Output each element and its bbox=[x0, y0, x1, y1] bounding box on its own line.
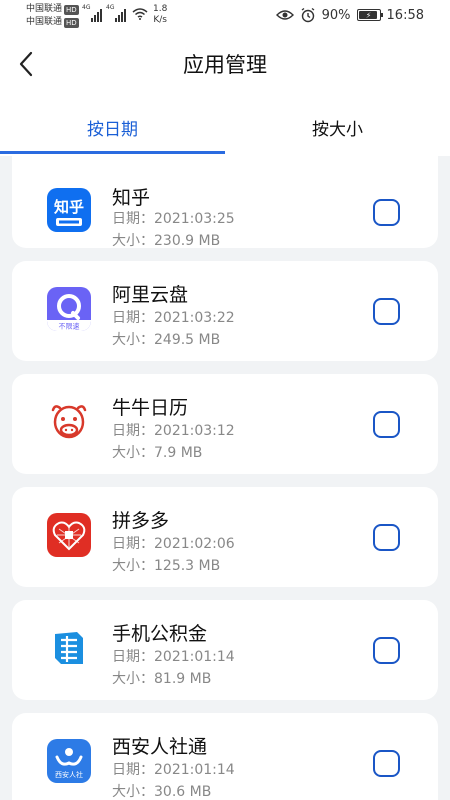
select-checkbox[interactable] bbox=[373, 199, 400, 226]
cow-icon bbox=[47, 400, 91, 444]
app-name: 手机公积金 bbox=[112, 623, 208, 645]
clock: 16:58 bbox=[386, 7, 424, 23]
app-name: 西安人社通 bbox=[112, 736, 208, 758]
aliyun-drive-icon: 不限速 bbox=[47, 287, 91, 331]
carrier-1: 中国联通 bbox=[26, 4, 63, 14]
eye-icon bbox=[275, 10, 294, 20]
app-header: 应用管理 bbox=[0, 32, 450, 98]
page-title: 应用管理 bbox=[183, 53, 267, 77]
list-item[interactable]: 不限速 阿里云盘 日期：2021:03:22 大小：249.5 MB bbox=[12, 261, 438, 361]
svg-text:不限速: 不限速 bbox=[59, 322, 80, 331]
app-name: 拼多多 bbox=[112, 510, 170, 532]
app-date: 日期：2021:01:14 bbox=[112, 762, 235, 778]
app-name: 牛牛日历 bbox=[112, 397, 189, 419]
carrier-info: 中国联通 HD 中国联通 HD bbox=[26, 3, 79, 29]
app-date: 日期：2021:03:25 bbox=[112, 211, 235, 227]
hd-badge: HD bbox=[64, 17, 79, 28]
svg-text:知乎: 知乎 bbox=[54, 198, 84, 216]
pinduoduo-icon bbox=[47, 513, 91, 557]
status-bar: 中国联通 HD 中国联通 HD 4G 4G 1.8 K/s 90% ⚡ 16:58 bbox=[0, 0, 450, 32]
alarm-icon bbox=[301, 7, 315, 23]
tab-label: 按大小 bbox=[312, 119, 363, 140]
battery-percent: 90% bbox=[321, 7, 351, 23]
list-item[interactable]: 知乎 知乎 日期：2021:03:25 大小：230.9 MB bbox=[12, 156, 438, 249]
zhihu-icon: 知乎 bbox=[47, 188, 91, 232]
app-date: 日期：2021:03:22 bbox=[112, 310, 235, 326]
housing-fund-icon bbox=[47, 626, 91, 670]
app-name: 知乎 bbox=[112, 187, 151, 209]
app-name: 阿里云盘 bbox=[112, 284, 189, 306]
network-speed: 1.8 K/s bbox=[153, 4, 168, 25]
sort-tabs: 按日期 按大小 bbox=[0, 98, 450, 156]
app-size: 大小：249.5 MB bbox=[112, 332, 221, 348]
wifi-icon bbox=[132, 8, 148, 20]
signal-icon: 4G bbox=[106, 4, 126, 22]
select-checkbox[interactable] bbox=[373, 637, 400, 664]
select-checkbox[interactable] bbox=[373, 750, 400, 777]
select-checkbox[interactable] bbox=[373, 298, 400, 325]
xian-social-icon: 西安人社 bbox=[47, 739, 91, 783]
select-checkbox[interactable] bbox=[373, 411, 400, 438]
app-size: 大小：230.9 MB bbox=[112, 233, 221, 249]
battery-icon: ⚡ bbox=[356, 9, 383, 21]
app-date: 日期：2021:03:12 bbox=[112, 423, 235, 439]
app-size: 大小：81.9 MB bbox=[112, 671, 212, 687]
app-date: 日期：2021:01:14 bbox=[112, 649, 235, 665]
svg-text:西安人社: 西安人社 bbox=[55, 770, 83, 779]
list-item[interactable]: 拼多多 日期：2021:02:06 大小：125.3 MB bbox=[12, 487, 438, 587]
hd-badge: HD bbox=[64, 4, 79, 15]
tab-by-date[interactable]: 按日期 bbox=[0, 98, 225, 156]
app-size: 大小：30.6 MB bbox=[112, 784, 212, 800]
app-size: 大小：125.3 MB bbox=[112, 558, 221, 574]
signal-icon: 4G bbox=[82, 4, 102, 22]
select-checkbox[interactable] bbox=[373, 524, 400, 551]
tab-label: 按日期 bbox=[87, 119, 138, 140]
carrier-2: 中国联通 bbox=[26, 17, 63, 27]
tab-by-size[interactable]: 按大小 bbox=[225, 98, 450, 156]
app-list: 知乎 知乎 日期：2021:03:25 大小：230.9 MB 不限速 阿里云盘… bbox=[0, 156, 450, 800]
list-item[interactable]: 牛牛日历 日期：2021:03:12 大小：7.9 MB bbox=[12, 374, 438, 474]
list-item[interactable]: 西安人社 西安人社通 日期：2021:01:14 大小：30.6 MB bbox=[12, 713, 438, 800]
app-size: 大小：7.9 MB bbox=[112, 445, 203, 461]
list-item[interactable]: 手机公积金 日期：2021:01:14 大小：81.9 MB bbox=[12, 600, 438, 700]
app-date: 日期：2021:02:06 bbox=[112, 536, 235, 552]
